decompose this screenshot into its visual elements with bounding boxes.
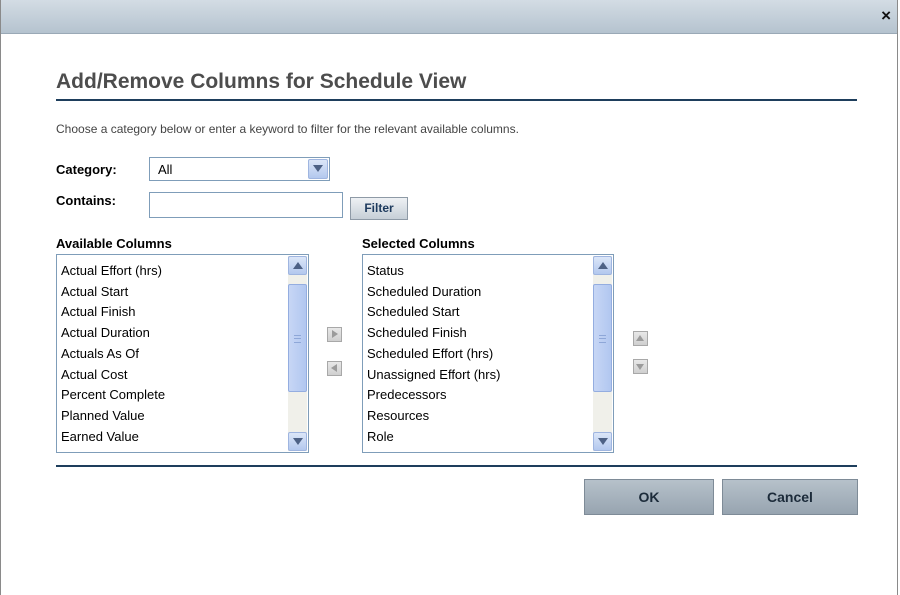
list-item[interactable]: Actual Effort (hrs) [61,261,165,282]
vertical-scrollbar[interactable] [593,256,612,451]
list-item[interactable]: Actual Finish [61,302,165,323]
dialog-titlebar: × [1,0,897,34]
arrow-down-icon [636,364,644,370]
list-item[interactable]: Percent Complete [61,385,165,406]
list-item[interactable]: Actual Cost [61,365,165,386]
available-columns-label: Available Columns [56,236,172,251]
instructions-text: Choose a category below or enter a keywo… [56,122,519,136]
list-item[interactable]: Actuals As Of [61,344,165,365]
list-item[interactable]: Predecessors [367,385,500,406]
vertical-scrollbar[interactable] [288,256,307,451]
list-item[interactable]: Scheduled Duration [367,282,500,303]
chevron-down-icon [293,438,303,445]
list-item[interactable]: Planned Value [61,406,165,427]
available-columns-list[interactable]: Actual Effort (hrs) Actual Start Actual … [56,254,309,453]
arrow-up-icon [636,335,644,341]
scroll-up-button[interactable] [288,256,307,275]
scroll-up-button[interactable] [593,256,612,275]
selected-columns-list[interactable]: Status Scheduled Duration Scheduled Star… [362,254,614,453]
list-item[interactable]: Scheduled Effort (hrs) [367,344,500,365]
category-label: Category: [56,162,117,177]
list-item[interactable]: Scheduled Start [367,302,500,323]
category-selected-value: All [158,162,173,177]
list-item[interactable]: Unassigned Effort (hrs) [367,365,500,386]
footer-divider [56,465,857,467]
list-item[interactable]: Earned Value [61,427,165,448]
chevron-down-icon [313,165,323,172]
contains-input[interactable] [149,192,343,218]
title-divider [56,99,857,101]
selected-columns-label: Selected Columns [362,236,475,251]
move-left-button[interactable] [327,361,342,376]
grip-icon [294,335,301,343]
list-item[interactable]: Scheduled Finish [367,323,500,344]
chevron-up-icon [293,262,303,269]
arrow-left-icon [331,364,337,372]
list-item[interactable]: Resources [367,406,500,427]
arrow-right-icon [332,330,338,338]
move-right-button[interactable] [327,327,342,342]
dropdown-button[interactable] [308,159,328,179]
dialog-title: Add/Remove Columns for Schedule View [56,70,467,93]
move-down-button[interactable] [633,359,648,374]
filter-button[interactable]: Filter [350,197,408,220]
scroll-thumb[interactable] [288,284,307,392]
chevron-down-icon [598,438,608,445]
list-item[interactable]: Status [367,261,500,282]
chevron-up-icon [598,262,608,269]
list-item[interactable]: Actual Start [61,282,165,303]
contains-label: Contains: [56,193,116,208]
add-remove-columns-dialog: × Add/Remove Columns for Schedule View C… [0,0,898,595]
list-item[interactable]: Role [367,427,500,448]
move-up-button[interactable] [633,331,648,346]
grip-icon [599,335,606,343]
category-select[interactable]: All [149,157,330,181]
scroll-thumb[interactable] [593,284,612,392]
ok-button[interactable]: OK [584,479,714,515]
scroll-down-button[interactable] [288,432,307,451]
cancel-button[interactable]: Cancel [722,479,858,515]
scroll-down-button[interactable] [593,432,612,451]
list-item[interactable]: Actual Duration [61,323,165,344]
close-icon[interactable]: × [881,7,891,25]
